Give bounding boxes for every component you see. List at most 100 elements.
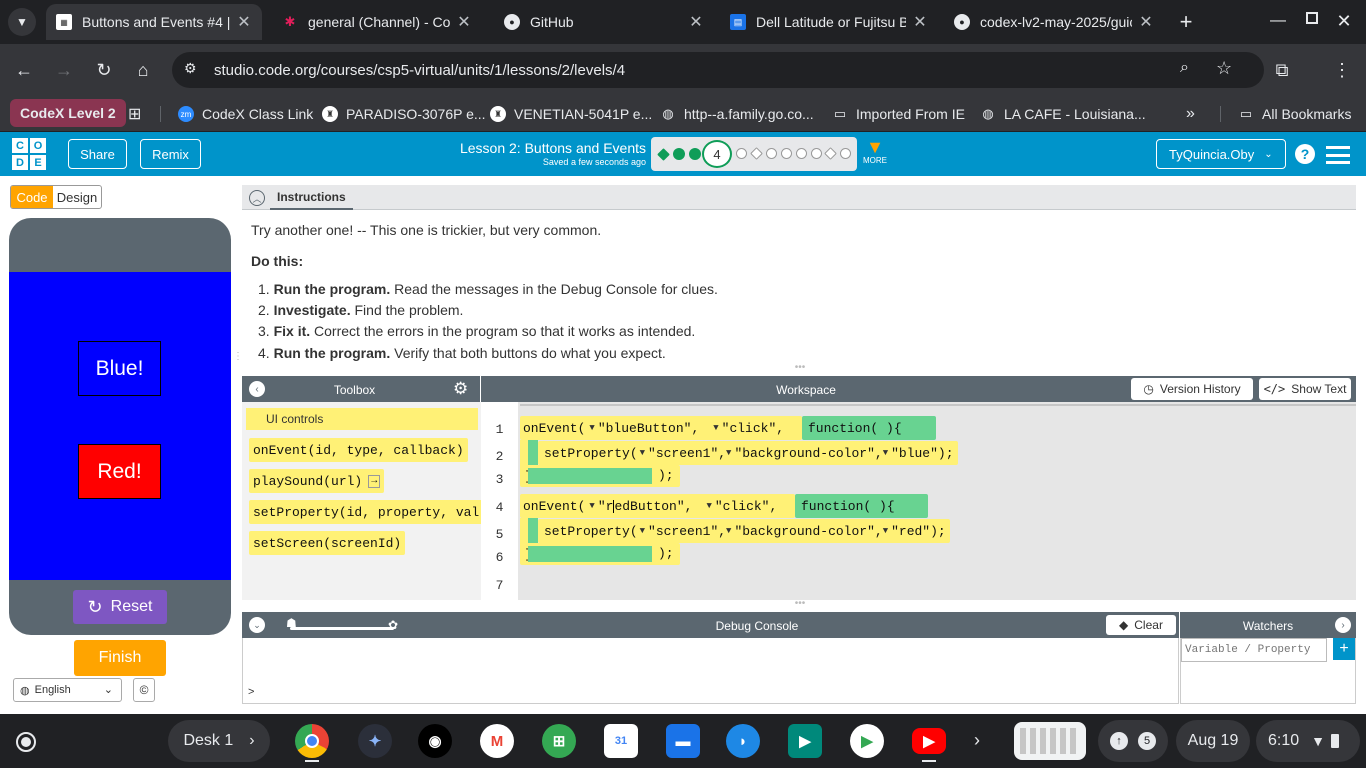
workspace-resize-handle[interactable]: ••• <box>790 599 810 609</box>
version-history-button[interactable]: ◷ Version History <box>1131 378 1253 400</box>
bookmark-codex-class-link[interactable]: zm CodeX Class Link <box>178 96 313 132</box>
lesson-title[interactable]: Lesson 2: Buttons and Events <box>446 140 646 156</box>
dropdown-arrow-icon[interactable]: ▼ <box>726 448 731 458</box>
block-setproperty[interactable]: setProperty(id, property, val <box>249 500 481 524</box>
user-menu[interactable]: TyQuincia.Oby ⌄ <box>1156 139 1286 169</box>
desk-switcher[interactable]: Desk 1 › <box>168 720 270 762</box>
setproperty-block[interactable]: setProperty( ▼ "screen1", ▼ "background-… <box>538 441 958 465</box>
tab-dell-latitude[interactable]: ▤ Dell Latitude or Fujitsu Bo ✕ <box>720 4 938 40</box>
level-dot-complete[interactable] <box>673 148 685 160</box>
onevent-block[interactable]: onEvent( ▼ "redButton", ▼ "click", <box>520 494 795 518</box>
youtube-icon[interactable]: ▶ <box>912 728 946 754</box>
holding-space-thumbnail[interactable] <box>1014 722 1086 760</box>
pane-resize-handle[interactable]: ⋮ <box>233 352 243 374</box>
dropdown-arrow-icon[interactable]: ▼ <box>589 423 594 433</box>
files-icon[interactable]: ▬ <box>666 724 700 758</box>
restore-button[interactable] <box>1300 6 1324 30</box>
dropdown-arrow-icon[interactable]: ▼ <box>640 526 645 536</box>
code-org-logo[interactable]: C O D E <box>12 138 46 170</box>
collapse-instructions-icon[interactable]: ︿ <box>249 190 265 206</box>
design-mode-button[interactable]: Design <box>53 186 101 208</box>
more-levels-button[interactable]: ▼ MORE <box>862 138 888 172</box>
close-icon[interactable]: ✕ <box>236 12 252 32</box>
dropdown-arrow-icon[interactable]: ▼ <box>883 526 888 536</box>
forward-button[interactable]: → <box>48 54 80 86</box>
value-param[interactable]: "blue"); <box>891 446 953 461</box>
launcher-button[interactable] <box>16 732 36 752</box>
level-dot[interactable] <box>736 148 747 159</box>
event-block-blue[interactable]: onEvent( ▼ "blueButton", ▼ "click", func… <box>520 408 958 487</box>
finish-button[interactable]: Finish <box>74 640 166 676</box>
close-icon[interactable]: ✕ <box>688 12 704 32</box>
home-button[interactable]: ⌂ <box>127 54 159 86</box>
category-ui-controls[interactable]: UI controls <box>246 408 478 430</box>
onevent-block[interactable]: onEvent( ▼ "blueButton", ▼ "click", <box>520 416 802 440</box>
play-store-icon[interactable]: ▶ <box>850 724 884 758</box>
notification-tray[interactable]: ↑ 5 <box>1098 720 1168 762</box>
tab-codex-github[interactable]: ● codex-lv2-may-2025/guic ✕ <box>944 4 1164 40</box>
dropdown-arrow-icon[interactable]: ▼ <box>589 501 594 511</box>
meet-icon[interactable]: ▶ <box>788 724 822 758</box>
function-block[interactable]: function( ){ <box>802 416 936 440</box>
hamburger-menu[interactable] <box>1326 146 1350 164</box>
level-dot[interactable] <box>766 148 777 159</box>
level-dot[interactable] <box>824 147 837 160</box>
apps-shortcut[interactable]: ⊞ <box>128 96 141 132</box>
event-block-red[interactable]: onEvent( ▼ "redButton", ▼ "click", funct… <box>520 486 950 565</box>
bookmark-folder-imported[interactable]: ▭ Imported From IE <box>832 96 965 132</box>
bookmark-venetian[interactable]: ♜ VENETIAN-5041P e... <box>490 96 652 132</box>
watch-input[interactable] <box>1181 638 1327 662</box>
date-tray[interactable]: Aug 19 <box>1176 720 1250 762</box>
remix-button[interactable]: Remix <box>140 139 201 169</box>
share-button[interactable]: Share <box>68 139 127 169</box>
type-param[interactable]: "click", <box>722 421 784 436</box>
debug-console-output[interactable]: > <box>242 638 1179 704</box>
close-icon[interactable]: ✕ <box>456 12 472 32</box>
level-dot[interactable] <box>811 148 822 159</box>
instructions-tab[interactable]: Instructions <box>270 185 353 210</box>
new-tab-button[interactable]: + <box>1174 8 1198 36</box>
property-param[interactable]: "background-color", <box>734 524 882 539</box>
dropdown-arrow-icon[interactable]: ▼ <box>726 526 731 536</box>
instructions-resize-handle[interactable]: ••• <box>790 363 810 373</box>
collapse-watchers-icon[interactable]: › <box>1335 617 1351 633</box>
block-playsound[interactable]: playSound(url) → <box>249 469 385 493</box>
extensions-button[interactable]: ⧉ <box>1266 54 1298 86</box>
property-param[interactable]: "background-color", <box>734 446 882 461</box>
type-param[interactable]: "click", <box>715 499 777 514</box>
reset-button[interactable]: ↻ Reset <box>73 590 167 624</box>
close-window-button[interactable]: ✕ <box>1332 6 1356 36</box>
level-dot-current[interactable]: 4 <box>702 140 732 168</box>
status-tray[interactable]: 6:10 ▼ <box>1256 720 1360 762</box>
red-button[interactable]: Red! <box>78 444 161 499</box>
gmail-icon[interactable]: M <box>480 724 514 758</box>
setproperty-block[interactable]: setProperty( ▼ "screen1", ▼ "background-… <box>538 519 950 543</box>
help-button[interactable]: ? <box>1295 144 1315 164</box>
tab-search-button[interactable]: ▼ <box>8 8 36 36</box>
star-icon[interactable]: ☆ <box>1216 58 1232 79</box>
wifi-app-icon[interactable]: ◉ <box>418 724 452 758</box>
level-dot-complete[interactable] <box>657 148 670 161</box>
site-info-icon[interactable]: ⚙ <box>184 60 197 77</box>
tab-github[interactable]: ● GitHub ✕ <box>494 4 714 40</box>
shelf-overflow-button[interactable]: › <box>974 730 990 752</box>
level-dot[interactable] <box>781 148 792 159</box>
back-button[interactable]: ← <box>8 54 40 86</box>
language-select[interactable]: ◍ English ⌄ <box>13 678 122 702</box>
dropdown-arrow-icon[interactable]: ▼ <box>883 448 888 458</box>
screen-param[interactable]: "screen1", <box>648 446 726 461</box>
menu-button[interactable]: ⋮ <box>1326 54 1358 86</box>
level-dot[interactable] <box>796 148 807 159</box>
id-param[interactable]: "redButton", <box>598 499 693 514</box>
bookmark-paradiso[interactable]: ♜ PARADISO-3076P e... <box>322 96 486 132</box>
show-text-button[interactable]: </> Show Text <box>1259 378 1351 400</box>
reload-button[interactable]: ↻ <box>88 54 120 86</box>
tab-slack-general[interactable]: ✱ general (Channel) - Code ✕ <box>272 4 482 40</box>
url-bar[interactable]: ⚙ studio.code.org/courses/csp5-virtual/u… <box>172 52 1264 88</box>
app-launcher-icon[interactable]: ⊞ <box>542 724 576 758</box>
calendar-icon[interactable]: 31 <box>604 724 638 758</box>
close-icon[interactable]: ✕ <box>1138 12 1154 32</box>
level-dot-complete[interactable] <box>689 148 701 160</box>
value-param[interactable]: "red"); <box>891 524 946 539</box>
block-setscreen[interactable]: setScreen(screenId) <box>249 531 406 555</box>
